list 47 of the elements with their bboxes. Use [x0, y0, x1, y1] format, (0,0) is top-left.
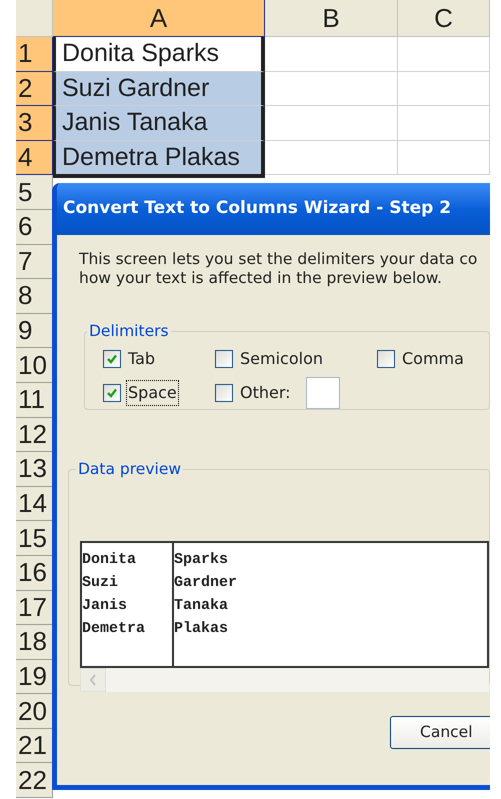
row-header[interactable]: 7	[16, 244, 53, 280]
row-header[interactable]: 3	[16, 106, 53, 141]
preview-cell-text: Sparks	[174, 550, 230, 570]
checkbox-label[interactable]: Tab	[127, 347, 156, 372]
checkbox-label[interactable]: Comma	[401, 347, 465, 372]
row-header[interactable]: 4	[16, 140, 53, 176]
checkbox-label[interactable]: Semicolon	[239, 347, 324, 372]
checkbox-label[interactable]: Other:	[239, 381, 292, 406]
column-header[interactable]: A	[53, 0, 265, 37]
row-header[interactable]: 6	[16, 210, 53, 245]
row-header[interactable]: 16	[16, 556, 53, 590]
table-cell[interactable]: Suzi Gardner	[53, 72, 265, 106]
table-cell[interactable]: Demetra Plakas	[53, 140, 265, 176]
row-header[interactable]: 19	[16, 660, 53, 694]
row-header[interactable]: 22	[16, 763, 53, 798]
row-header[interactable]: 17	[16, 590, 53, 626]
row-header[interactable]: 21	[16, 728, 53, 764]
group-legend: Data preview	[76, 458, 184, 482]
preview-cell-text: Donita	[82, 550, 138, 570]
window-title: Convert Text to Columns Wizard - Step 2	[63, 197, 452, 220]
column-header[interactable]: B	[265, 0, 398, 37]
table-cell[interactable]: Janis Tanaka	[53, 106, 265, 141]
row-header[interactable]: 15	[16, 521, 53, 556]
row-header[interactable]: 10	[16, 348, 53, 383]
instructions-text: This screen lets you set the delimiters your data co how your text is affected in the preview below.	[79, 250, 478, 288]
row-header[interactable]: 5	[16, 175, 53, 210]
row-header[interactable]: 2	[16, 72, 53, 106]
row-header[interactable]: 11	[16, 382, 53, 418]
row-header[interactable]: 12	[16, 418, 53, 452]
checkbox-label[interactable]: Space	[127, 381, 178, 406]
row-header[interactable]: 20	[16, 694, 53, 729]
row-header[interactable]: 13	[16, 452, 53, 487]
group-legend: Delimiters	[87, 320, 171, 344]
row-header[interactable]: 9	[16, 314, 53, 348]
column-header[interactable]: C	[398, 0, 490, 37]
preview-cell-text: Janis	[82, 596, 128, 616]
preview-cell-text: Plakas	[174, 619, 230, 640]
preview-cell-text: Gardner	[174, 573, 238, 594]
preview-cell-text: Tanaka	[174, 596, 230, 616]
cancel-button[interactable]: Cancel	[390, 716, 490, 749]
preview-cell-text: Suzi	[82, 573, 120, 594]
row-header[interactable]: 18	[16, 625, 53, 660]
row-header[interactable]: 1	[16, 37, 53, 72]
row-header[interactable]: 8	[16, 279, 53, 314]
table-cell[interactable]: Donita Sparks	[53, 37, 265, 72]
row-header[interactable]: 14	[16, 486, 53, 522]
preview-cell-text: Demetra	[82, 619, 146, 640]
